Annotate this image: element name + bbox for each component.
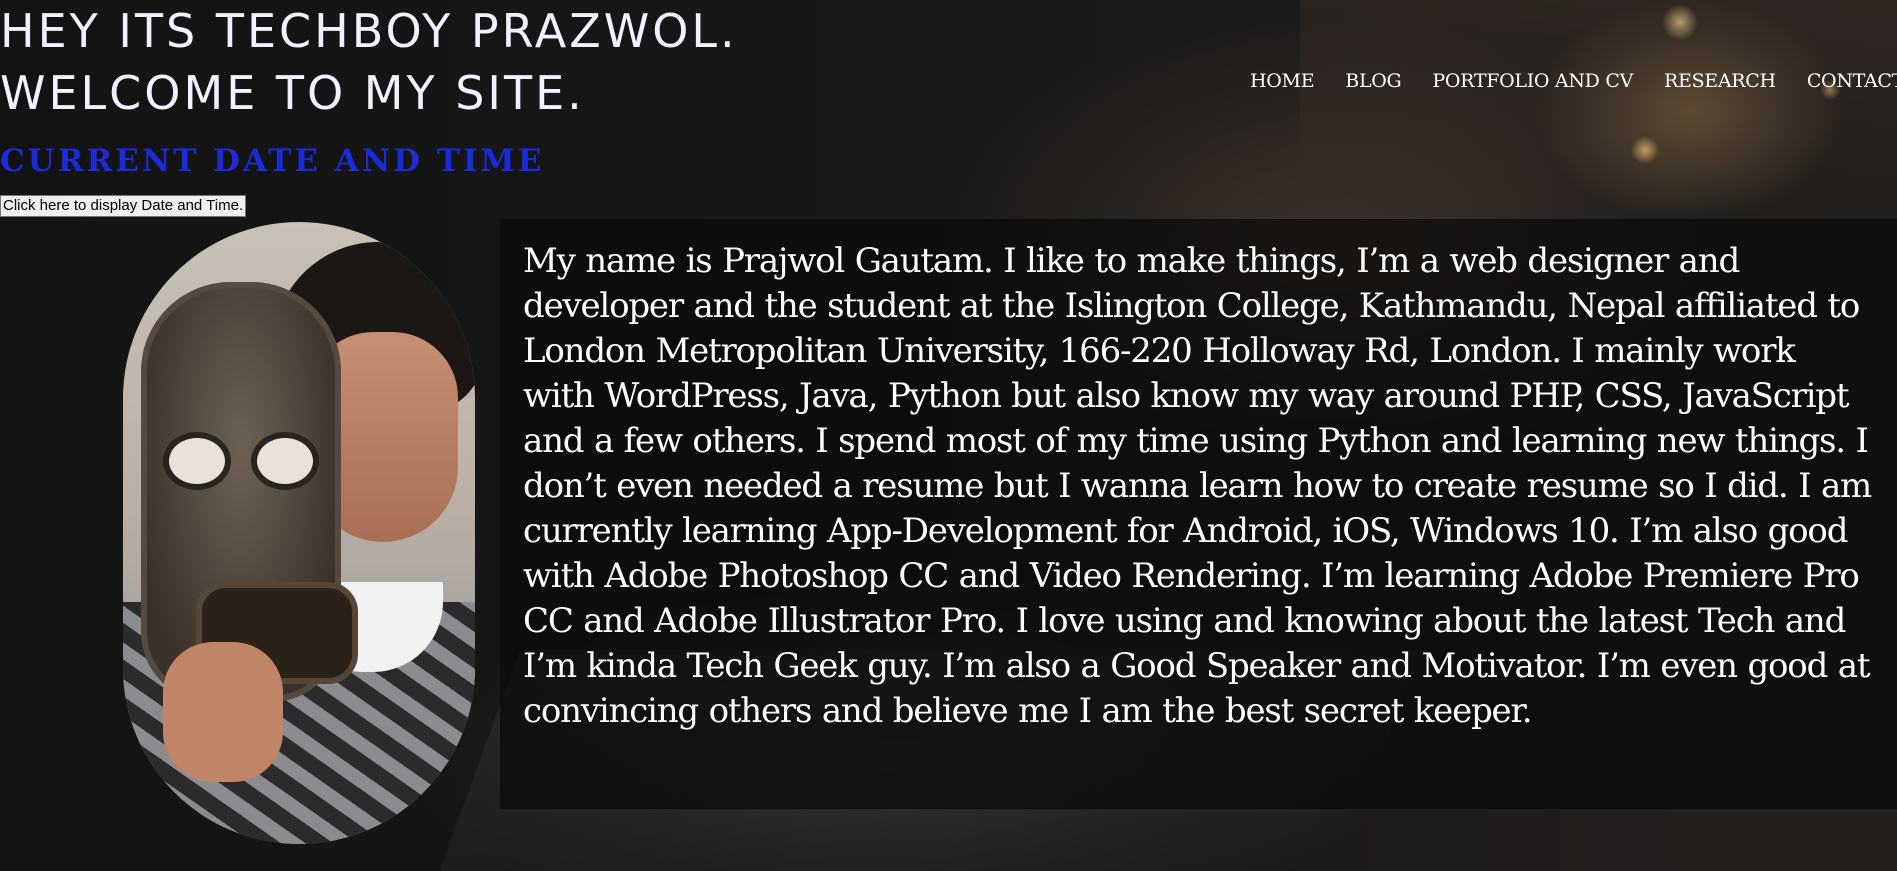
mask-left-eye (163, 432, 231, 490)
site-title: HEY ITS TECHBOY PRAZWOL. WELCOME TO MY S… (0, 0, 738, 124)
nav-item-portfolio[interactable]: PORTFOLIO AND CV (1432, 70, 1633, 92)
profile-photo (123, 222, 475, 844)
date-time-heading: CURRENT DATE AND TIME (0, 143, 545, 179)
background-wall (1300, 0, 1897, 220)
nav-item-blog[interactable]: BLOG (1345, 70, 1401, 92)
photo-hand (163, 642, 283, 782)
display-date-time-button[interactable]: Click here to display Date and Time. (0, 195, 247, 217)
nav-item-research[interactable]: RESEARCH (1664, 70, 1776, 92)
site-title-line2: WELCOME TO MY SITE. (0, 66, 585, 120)
site-title-line1: HEY ITS TECHBOY PRAZWOL. (0, 4, 738, 58)
mask-right-eye (251, 432, 319, 490)
nav-item-home[interactable]: HOME (1250, 70, 1315, 92)
main-nav: HOME BLOG PORTFOLIO AND CV RESEARCH CONT… (1250, 70, 1897, 92)
bio-text: My name is Prajwol Gautam. I like to mak… (523, 241, 1872, 731)
nav-item-contact[interactable]: CONTACT (1807, 70, 1897, 92)
photo-mask (141, 282, 358, 702)
